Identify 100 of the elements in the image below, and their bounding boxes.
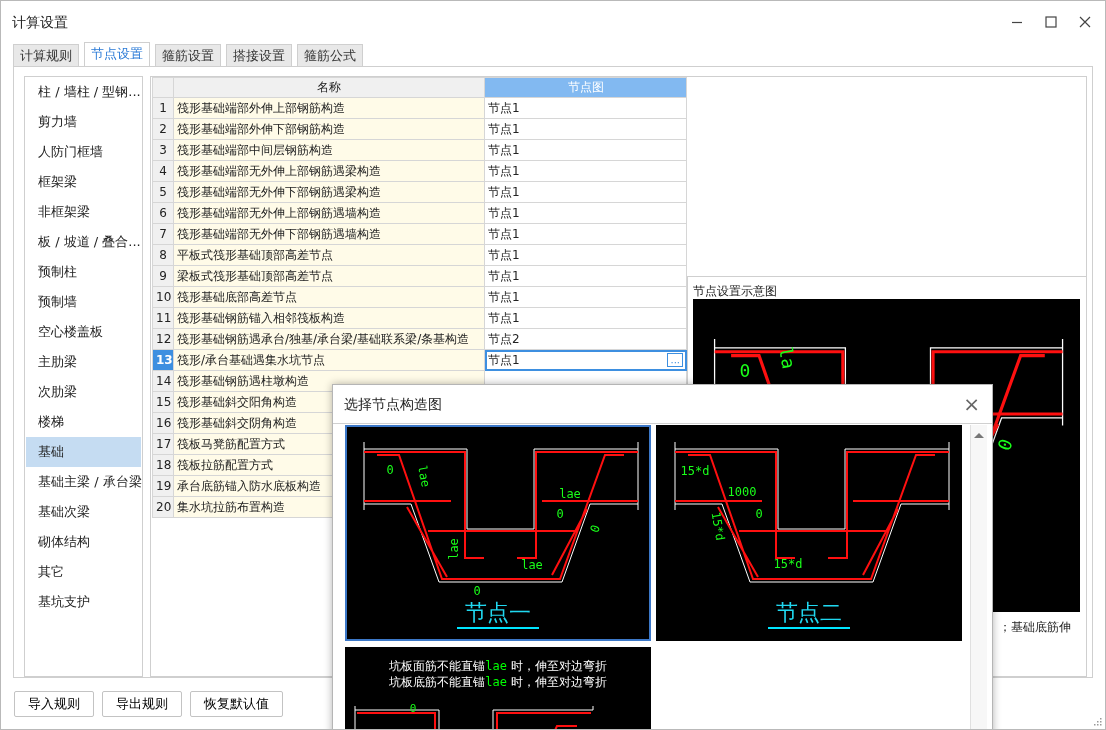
dimension-label: 15*d (773, 557, 803, 571)
table-cell: 筏形基础端部中间层钢筋构造 (173, 139, 485, 161)
table-cell: 节点1 (488, 246, 520, 264)
node-option[interactable]: 0 lae lae 0 lae lae 0 0 节点一 (345, 425, 651, 641)
table-cell: 节点1 (488, 288, 520, 306)
table-cell: 节点1 (488, 162, 520, 180)
table-cell: 节点1 (488, 267, 520, 285)
dimension-label: 0 (993, 436, 1017, 454)
window-title: 计算设置 (12, 12, 68, 32)
table-cell: 筏形基础端部无外伸下部钢筋遇梁构造 (173, 181, 485, 203)
row-number[interactable]: 2 (152, 118, 174, 140)
table-cell: 筏形基础钢筋锚入相邻筏板构造 (173, 307, 485, 329)
row-number[interactable]: 19 (152, 475, 174, 497)
table-cell: 筏形/承台基础遇集水坑节点 (173, 349, 485, 371)
table-cell: 节点2 (488, 330, 520, 348)
table-cell: 节点1 (488, 351, 520, 369)
action-button[interactable]: 导出规则 (102, 691, 182, 717)
preview-caption: ；基础底筋伸 (998, 619, 1072, 636)
row-number[interactable]: 14 (152, 370, 174, 392)
sidebar-item[interactable]: 框架梁 (26, 167, 141, 197)
row-number[interactable]: 8 (152, 244, 174, 266)
dimension-label: la (775, 345, 800, 371)
row-number[interactable]: 4 (152, 160, 174, 182)
row-number[interactable]: 18 (152, 454, 174, 476)
dimension-label: 0 (473, 584, 481, 598)
sidebar-item[interactable]: 基础 (26, 437, 141, 467)
sidebar-item[interactable]: 主肋梁 (26, 347, 141, 377)
sidebar-item[interactable]: 预制柱 (26, 257, 141, 287)
sidebar-item[interactable]: 柱 / 墙柱 / 型钢... (26, 77, 141, 107)
node-caption: 节点一 (465, 600, 531, 625)
sidebar-item[interactable]: 基础主梁 / 承台梁 (26, 467, 141, 497)
table-cell: 平板式筏形基础顶部高差节点 (173, 244, 485, 266)
table-cell: 筏形基础端部外伸下部钢筋构造 (173, 118, 485, 140)
close-button[interactable]: × (963, 394, 980, 414)
sidebar-item[interactable]: 非框架梁 (26, 197, 141, 227)
sidebar-item[interactable]: 空心楼盖板 (26, 317, 141, 347)
dimension-label: lae (447, 538, 461, 560)
dimension-label: 0 (409, 702, 417, 715)
row-number[interactable]: 17 (152, 433, 174, 455)
table-cell: 筏形基础端部无外伸下部钢筋遇墙构造 (173, 223, 485, 245)
dimension-label: 0 (755, 507, 763, 521)
table-cell: 节点1 (488, 204, 520, 222)
sidebar-item[interactable]: 人防门框墙 (26, 137, 141, 167)
tab[interactable]: 计算规则 (13, 44, 79, 66)
sidebar-item[interactable]: 次肋梁 (26, 377, 141, 407)
dimension-label: 0 (739, 360, 751, 381)
row-number[interactable]: 9 (152, 265, 174, 287)
sidebar-item[interactable]: 其它 (26, 557, 141, 587)
column-header[interactable]: 名称 (173, 77, 485, 98)
table-cell: 节点1 (488, 141, 520, 159)
maximize-icon[interactable] (1043, 14, 1059, 30)
note-text: 坑板底筋不能直锚lae 时，伸至对边弯折 (388, 674, 608, 690)
table-cell: 梁板式筏形基础顶部高差节点 (173, 265, 485, 287)
table-cell: 节点1 (488, 309, 520, 327)
dimension-label: 15*d (680, 464, 710, 478)
sidebar-item[interactable]: 预制墙 (26, 287, 141, 317)
row-number[interactable]: 12 (152, 328, 174, 350)
close-icon[interactable] (1077, 14, 1093, 30)
table-cell: 节点1 (488, 183, 520, 201)
table-cell: 筏形基础底部高差节点 (173, 286, 485, 308)
row-number[interactable]: 5 (152, 181, 174, 203)
tab[interactable]: 箍筋设置 (155, 44, 221, 66)
sidebar-item[interactable]: 砌体结构 (26, 527, 141, 557)
dimension-label: 0 (587, 522, 604, 535)
action-button[interactable]: 导入规则 (14, 691, 94, 717)
table-cell: 筏形基础钢筋遇承台/独基/承台梁/基础联系梁/条基构造 (173, 328, 485, 350)
sidebar-item[interactable]: 板 / 坡道 / 叠合... (26, 227, 141, 257)
preview-title: 节点设置示意图 (693, 283, 778, 299)
sidebar-item[interactable]: 基础次梁 (26, 497, 141, 527)
sidebar-item[interactable]: 基坑支护 (26, 587, 141, 617)
picker-button[interactable]: ··· (667, 353, 683, 367)
row-number[interactable]: 15 (152, 391, 174, 413)
table-cell: 节点1 (488, 120, 520, 138)
node-option[interactable]: 15*d 1000 0 15*d 15*d 节点二 (656, 425, 962, 641)
resize-grip-icon[interactable] (1094, 718, 1102, 726)
dimension-label: 0 (386, 463, 394, 477)
row-number[interactable]: 1 (152, 97, 174, 119)
row-number[interactable]: 11 (152, 307, 174, 329)
tab[interactable]: 节点设置 (84, 42, 150, 66)
sidebar-item[interactable]: 楼梯 (26, 407, 141, 437)
row-number[interactable]: 10 (152, 286, 174, 308)
tab[interactable]: 箍筋公式 (297, 44, 363, 66)
row-number[interactable]: 20 (152, 496, 174, 518)
table-cell: 节点1 (488, 99, 520, 117)
row-number[interactable]: 16 (152, 412, 174, 434)
node-option[interactable]: 坑板面筋不能直锚lae 时，伸至对边弯折 坑板底筋不能直锚lae 时，伸至对边弯折 0 (345, 647, 651, 729)
row-number[interactable]: 3 (152, 139, 174, 161)
table-cell: 筏形基础端部无外伸上部钢筋遇梁构造 (173, 160, 485, 182)
row-number[interactable]: 6 (152, 202, 174, 224)
dimension-label: lae (521, 558, 543, 572)
node-caption: 节点二 (776, 600, 842, 625)
row-number[interactable]: 7 (152, 223, 174, 245)
table-cell: 筏形基础端部无外伸上部钢筋遇墙构造 (173, 202, 485, 224)
scrollbar[interactable] (970, 425, 987, 729)
action-button[interactable]: 恢复默认值 (190, 691, 283, 717)
table-cell: 筏形基础端部外伸上部钢筋构造 (173, 97, 485, 119)
dimension-label: 15*d (708, 510, 728, 542)
tab[interactable]: 搭接设置 (226, 44, 292, 66)
note-text: 坑板面筋不能直锚lae 时，伸至对边弯折 (388, 658, 608, 674)
sidebar-item[interactable]: 剪力墙 (26, 107, 141, 137)
